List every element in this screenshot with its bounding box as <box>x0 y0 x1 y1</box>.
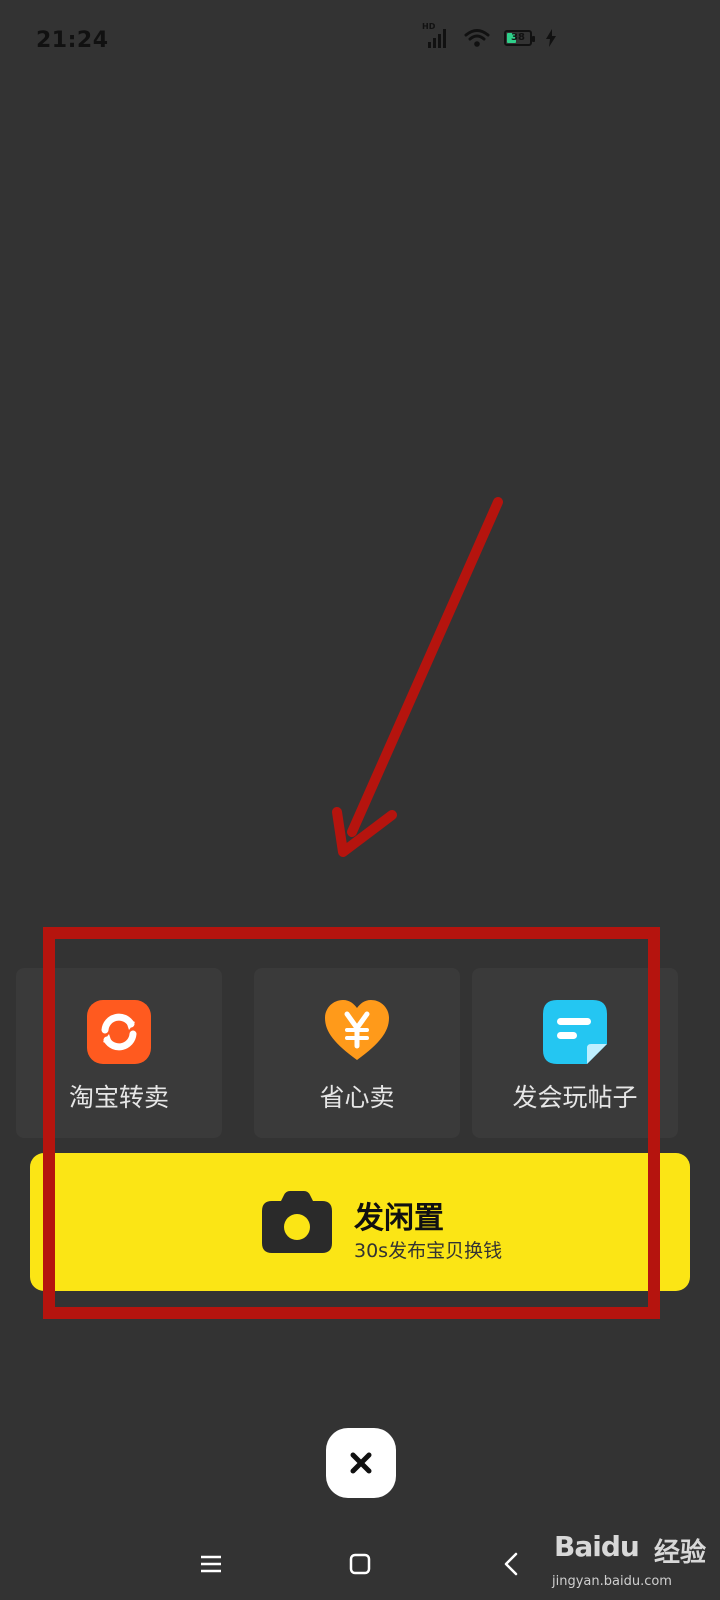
menu-icon[interactable] <box>191 1544 231 1584</box>
note-icon <box>543 1000 607 1064</box>
annotation-arrow <box>332 497 503 857</box>
refresh-arrows-icon <box>87 1000 151 1064</box>
watermark-product: 经验 <box>654 1538 707 1568</box>
battery-percent: 38 <box>511 32 525 43</box>
charging-icon <box>546 29 556 47</box>
tile-taobao-resell[interactable]: 淘宝转卖 <box>16 968 222 1138</box>
battery-icon: 38 <box>504 30 535 46</box>
publish-subtitle: 30s发布宝贝换钱 <box>354 1240 503 1262</box>
tile-easy-sell[interactable]: 省心卖 <box>254 968 460 1138</box>
camera-icon <box>262 1191 332 1253</box>
status-time: 21:24 <box>36 28 109 53</box>
home-icon[interactable] <box>340 1544 380 1584</box>
wifi-icon <box>464 28 490 48</box>
tile-label: 省心卖 <box>319 1083 395 1112</box>
baidu-jingyan-watermark: Baidu 经验 jingyan.baidu.com <box>548 1522 720 1600</box>
tile-post[interactable]: 发会玩帖子 <box>472 968 678 1138</box>
back-icon[interactable] <box>491 1544 531 1584</box>
watermark-url: jingyan.baidu.com <box>552 1574 672 1589</box>
status-icons: HD 38 <box>422 22 556 48</box>
publish-idle-button[interactable]: 发闲置 30s发布宝贝换钱 <box>30 1153 690 1291</box>
watermark-brand: Baidu <box>554 1530 640 1563</box>
tile-label: 淘宝转卖 <box>68 1083 169 1112</box>
quick-actions: 淘宝转卖 省心卖 发会玩帖子 <box>16 968 690 1138</box>
publish-title: 发闲置 <box>354 1201 444 1236</box>
status-bar: 21:24 HD 38 <box>0 0 720 86</box>
signal-icon: HD <box>422 22 450 48</box>
close-icon <box>350 1452 372 1474</box>
close-button[interactable] <box>326 1428 396 1498</box>
yen-heart-icon <box>325 1000 389 1064</box>
network-badge: HD <box>422 22 436 31</box>
tile-label: 发会玩帖子 <box>512 1083 638 1112</box>
